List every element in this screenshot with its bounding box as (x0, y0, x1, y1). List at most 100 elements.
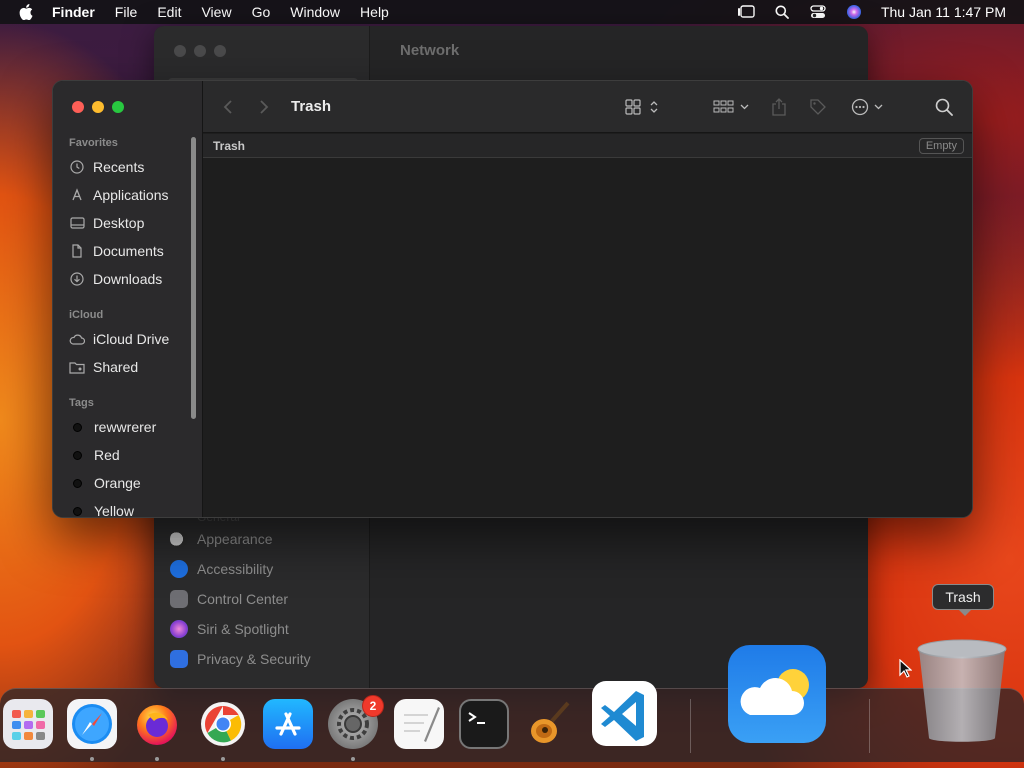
control-center-settings-icon (170, 590, 188, 608)
minimize-button[interactable] (92, 101, 104, 113)
sidebar-tag-yellow[interactable]: Yellow (69, 500, 134, 517)
weather-cloud-sun-icon (740, 669, 809, 715)
notification-badge: 2 (362, 695, 384, 717)
terminal-prompt-icon (468, 712, 485, 724)
firefox-icon (137, 705, 177, 745)
app-store-icon (275, 712, 301, 736)
settings-item-siri-spotlight[interactable]: Siri & Spotlight (170, 614, 311, 644)
vscode-icon (601, 691, 644, 741)
share-button[interactable] (771, 97, 787, 117)
finder-window-controls (72, 101, 124, 113)
dock-separator (690, 699, 691, 753)
back-button[interactable] (223, 97, 233, 117)
menu-edit[interactable]: Edit (147, 4, 191, 20)
sidebar-tag-red[interactable]: Red (69, 444, 120, 466)
settings-pane-title: Network (400, 42, 460, 59)
siri-icon[interactable] (845, 3, 863, 21)
sidebar-item-icloud-drive[interactable]: iCloud Drive (69, 328, 169, 350)
dock-vscode[interactable] (592, 681, 657, 746)
sidebar-item-recents[interactable]: Recents (69, 156, 144, 178)
sidebar-item-documents[interactable]: Documents (69, 240, 164, 262)
group-grid-icon (713, 100, 749, 113)
dock-weather[interactable] (728, 645, 826, 743)
dock-trash[interactable] (913, 635, 1011, 747)
sidebar-scrollbar[interactable] (191, 137, 196, 419)
ellipsis-circle-icon (851, 98, 883, 116)
siri-settings-icon (170, 620, 188, 638)
dock-app-store[interactable] (263, 699, 313, 749)
guitar-icon (531, 701, 570, 743)
stage-manager-icon[interactable] (737, 3, 755, 21)
menu-file[interactable]: File (105, 4, 148, 20)
sidebar-item-applications[interactable]: Applications (69, 184, 169, 206)
sidebar-header-icloud: iCloud (69, 309, 104, 321)
chevron-left-icon (223, 100, 232, 114)
settings-item-accessibility[interactable]: Accessibility (170, 554, 311, 584)
dock-garageband[interactable] (524, 699, 574, 749)
group-button[interactable] (713, 97, 751, 117)
file-area[interactable] (203, 159, 972, 517)
tag-dot-icon (73, 478, 82, 488)
document-icon (69, 243, 85, 259)
tag-dot-icon (73, 422, 82, 432)
menu-app-name[interactable]: Finder (52, 4, 105, 20)
minimize-button[interactable] (194, 45, 206, 57)
sidebar-item-shared[interactable]: Shared (69, 356, 138, 378)
sidebar-header-favorites: Favorites (69, 137, 118, 149)
view-mode-button[interactable] (625, 97, 661, 117)
sidebar-header-tags: Tags (69, 397, 94, 409)
zoom-button[interactable] (112, 101, 124, 113)
menu-window[interactable]: Window (280, 4, 350, 20)
zoom-button[interactable] (214, 45, 226, 57)
tag-dot-icon (73, 506, 82, 516)
shared-folder-icon (69, 359, 85, 375)
empty-trash-button[interactable]: Empty (918, 138, 964, 154)
control-center-icon[interactable] (809, 3, 827, 21)
window-title: Trash (291, 98, 332, 115)
sidebar-item-desktop[interactable]: Desktop (69, 212, 144, 234)
sidebar-item-downloads[interactable]: Downloads (69, 268, 162, 290)
running-indicator (155, 757, 159, 761)
settings-item-appearance[interactable]: Appearance (170, 524, 311, 554)
apple-menu[interactable] (0, 4, 52, 20)
sidebar-tag-orange[interactable]: Orange (69, 472, 141, 494)
menu-go[interactable]: Go (242, 4, 281, 20)
icon-grid-icon (625, 99, 658, 115)
applications-icon (69, 187, 85, 203)
dock-separator (869, 699, 870, 753)
search-icon[interactable] (773, 3, 791, 21)
dock-safari[interactable] (67, 699, 117, 749)
finder-window: Favorites Recents Applications Desktop D… (52, 80, 973, 518)
settings-window-controls (174, 45, 226, 57)
close-button[interactable] (174, 45, 186, 57)
dock-terminal[interactable] (459, 699, 509, 749)
menu-help[interactable]: Help (350, 4, 399, 20)
safari-compass-icon (72, 704, 112, 744)
trash-can-icon (917, 639, 1007, 742)
menu-view[interactable]: View (191, 4, 241, 20)
dock-textedit[interactable] (394, 699, 444, 749)
mouse-cursor-icon (899, 659, 912, 678)
search-button[interactable] (935, 97, 953, 117)
tags-button[interactable] (809, 97, 827, 117)
cloud-icon (69, 331, 85, 347)
sidebar-tag-rewwrerer[interactable]: rewwrerer (69, 416, 156, 438)
search-icon (935, 98, 953, 116)
desktop-icon (69, 215, 85, 231)
running-indicator (221, 757, 225, 761)
settings-item-privacy-security[interactable]: Privacy & Security (170, 644, 311, 674)
dock-launchpad[interactable] (3, 699, 53, 749)
appearance-icon (170, 530, 188, 548)
apple-icon (19, 4, 33, 20)
dock-firefox[interactable] (132, 699, 182, 749)
settings-item-control-center[interactable]: Control Center (170, 584, 311, 614)
finder-toolbar: Trash (203, 81, 972, 133)
forward-button[interactable] (259, 97, 269, 117)
trash-header-bar: Trash Empty (203, 134, 972, 158)
menu-clock[interactable]: Thu Jan 11 1:47 PM (881, 4, 1006, 20)
close-button[interactable] (72, 101, 84, 113)
dock-chrome[interactable] (198, 699, 248, 749)
accessibility-icon (170, 560, 188, 578)
download-icon (69, 271, 85, 287)
action-menu-button[interactable] (851, 97, 885, 117)
